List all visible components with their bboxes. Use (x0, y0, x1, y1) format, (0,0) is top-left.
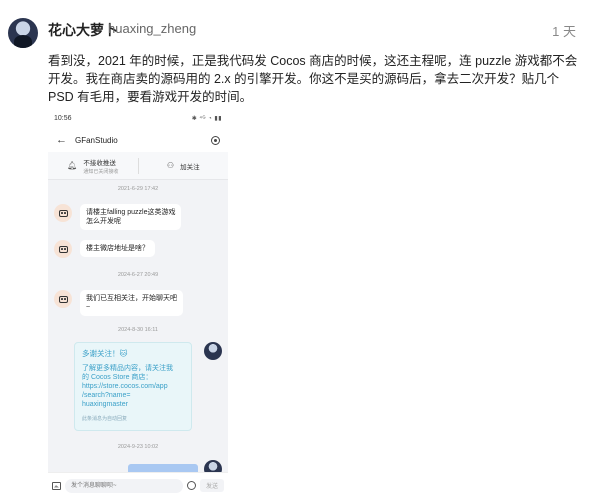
status-time: 10:56 (54, 114, 72, 122)
image-icon (52, 481, 61, 490)
chat-date: 2024-8-30 16:11 (118, 327, 158, 333)
phone-status-bar: 10:56 ✱ ⁴ᴳ ◔ ▮▮ (48, 108, 228, 128)
chat-header: ← GFanStudio (48, 128, 228, 152)
send-button: 发送 (199, 479, 224, 492)
add-person-icon: ⚇ (166, 161, 175, 170)
follow-label: 加关注 (180, 163, 200, 171)
post-text: 看到没，2021 年的时候，正是我代码发 Cocos 商店的时候，这还主程呢，连… (48, 54, 578, 104)
chat-action-bar: 🔔︎ 不接收推送 通知已关闭接收 ⚇ 加关注 (48, 152, 228, 180)
message-bubble: 请楼主falling puzzle这类游戏 怎么开发呢 (80, 204, 182, 230)
chat-date: 2024-6-27 20:49 (117, 272, 159, 278)
bell-icon: 🔔︎ (67, 161, 78, 170)
message-bubble: 楼主微店地址是啥？ (80, 240, 155, 257)
message-bubble: 我们已互相关注，开始聊天吧 ~ (80, 290, 183, 316)
emoji-icon (186, 481, 196, 490)
robot-icon (58, 245, 68, 253)
auto-reply-card: 多谢关注！🐱 了解更多精品内容，请关注我 的 Cocos Store 商店： h… (74, 342, 192, 431)
robot-icon (58, 295, 68, 303)
user-avatar (204, 342, 222, 360)
sender-avatar (54, 290, 72, 308)
settings-icon (211, 135, 220, 145)
mute-push-label: 不接收推送 (83, 159, 116, 167)
message-bubble (128, 464, 198, 472)
back-arrow-icon: ← (56, 134, 67, 146)
chat-date: 2021-6-29 17:42 (117, 186, 159, 192)
post: 花心大萝卜 huaxing_zheng 1 天 看到没，2021 年的时候，正是… (0, 0, 606, 500)
message-input (65, 478, 183, 493)
chat-date: 2024-9-23 10:02 (117, 444, 159, 450)
follow-action: ⚇ 加关注 (139, 161, 229, 171)
avatar[interactable] (8, 18, 38, 48)
post-timestamp: 1 天 (552, 24, 576, 39)
mute-push-action: 🔔︎ 不接收推送 通知已关闭接收 (48, 157, 138, 175)
card-title: 多谢关注！🐱 (82, 349, 128, 358)
robot-icon (58, 209, 68, 217)
sender-avatar (54, 240, 72, 258)
mute-push-sublabel: 通知已关闭接收 (83, 168, 119, 175)
card-footer: 此条消息为自动回复 (82, 416, 128, 422)
chat-title: GFanStudio (75, 135, 118, 145)
chat-input-bar: 发送 (48, 472, 228, 498)
status-icons: ✱ ⁴ᴳ ◔ ▮▮ (191, 115, 222, 122)
sender-avatar (54, 204, 72, 222)
card-body: 了解更多精品内容，请关注我 的 Cocos Store 商店： https://… (82, 365, 173, 408)
user-handle[interactable]: huaxing_zheng (108, 21, 196, 36)
attached-screenshot[interactable]: 10:56 ✱ ⁴ᴳ ◔ ▮▮ ← GFanStudio 🔔︎ 不接收推送 通知… (48, 108, 228, 498)
